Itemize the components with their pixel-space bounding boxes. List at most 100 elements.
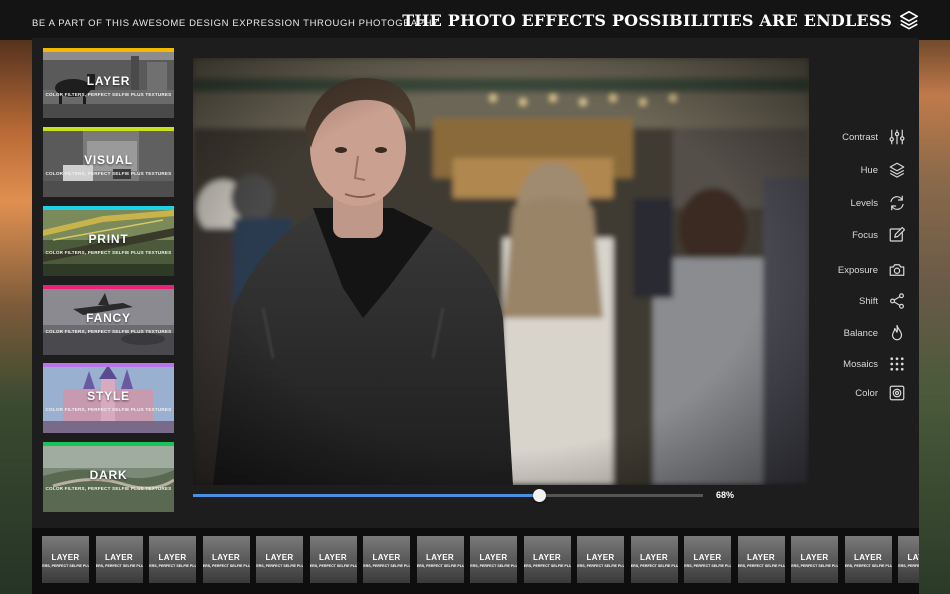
preset-title: LAYER [747, 553, 775, 562]
filter-title: LAYER [86, 74, 131, 88]
preset-subtitle: TERS, PERFECT SELFIE PLUS [256, 564, 303, 568]
tool-label: Exposure [837, 264, 878, 276]
adjustment-slider[interactable] [193, 489, 703, 502]
preset-thumbnail[interactable]: LAYER TERS, PERFECT SELFIE PLUS [898, 536, 919, 583]
preset-subtitle: TERS, PERFECT SELFIE PLUS [791, 564, 838, 568]
tool-label: Levels [850, 197, 878, 209]
filter-subtitle: COLOR FILTERS, PERFECT SELFIE PLUS TEXTU… [45, 171, 172, 176]
tool-label: Color [855, 387, 878, 399]
tool-hue[interactable]: Hue [861, 160, 906, 180]
preset-thumbnail[interactable]: LAYER TERS, PERFECT SELFIE PLUS [577, 536, 624, 583]
filter-subtitle: COLOR FILTERS, PERFECT SELFIE PLUS TEXTU… [45, 329, 172, 334]
preset-title: LAYER [800, 553, 829, 562]
filter-card-print[interactable]: PRINT COLOR FILTERS, PERFECT SELFIE PLUS… [43, 206, 174, 276]
preset-thumbnail[interactable]: LAYER TERS, PERFECT SELFIE PLUS [42, 536, 89, 583]
tool-label: Hue [860, 164, 878, 176]
preset-subtitle: TERS, PERFECT SELFIE PLUS [416, 564, 464, 568]
preset-title: LAYER [158, 553, 187, 562]
preset-title: LAYER [479, 553, 508, 562]
preset-strip[interactable]: LAYER TERS, PERFECT SELFIE PLUS LAYER TERS,… [32, 528, 919, 594]
tool-balance[interactable]: Balance [844, 323, 906, 343]
slider-value: 68% [716, 490, 735, 500]
filter-title: PRINT [88, 232, 129, 246]
preset-title: LAYER [372, 553, 401, 562]
preset-thumbnail[interactable]: LAYER TERS, PERFECT SELFIE PLUS [737, 536, 785, 583]
tool-shift[interactable]: Shift [859, 291, 906, 311]
filter-subtitle: COLOR FILTERS, PERFECT SELFIE PLUS TEXTU… [45, 92, 172, 97]
layers-icon [899, 10, 919, 30]
preset-title: LAYER [907, 553, 919, 562]
tagline: BE A PART OF THIS AWESOME DESIGN EXPRESS… [32, 18, 439, 29]
filter-card-style[interactable]: STYLE COLOR FILTERS, PERFECT SELFIE PLUS… [43, 363, 174, 433]
preset-thumbnail[interactable]: LAYER TERS, PERFECT SELFIE PLUS [149, 536, 196, 583]
refresh-icon [890, 195, 904, 211]
camera-icon [889, 264, 905, 276]
preset-subtitle: TERS, PERFECT SELFIE PLUS [149, 564, 196, 568]
preset-title: LAYER [265, 553, 294, 562]
preset-title: LAYER [105, 553, 133, 562]
preset-subtitle: TERS, PERFECT SELFIE PLUS [898, 564, 919, 568]
tool-label: Focus [852, 229, 878, 241]
preset-subtitle: TERS, PERFECT SELFIE PLUS [737, 564, 785, 568]
filter-card-visual[interactable]: VISUAL COLOR FILTERS, PERFECT SELFIE PLU… [43, 127, 174, 197]
filter-card-layer[interactable]: LAYER COLOR FILTERS, PERFECT SELFIE PLUS… [43, 48, 174, 118]
tool-levels[interactable]: Levels [851, 193, 906, 213]
flame-icon [891, 324, 903, 341]
preset-thumbnail[interactable]: LAYER TERS, PERFECT SELFIE PLUS [523, 536, 571, 583]
preset-title: LAYER [854, 553, 882, 562]
preset-subtitle: TERS, PERFECT SELFIE PLUS [470, 564, 517, 568]
slider-fill [193, 494, 540, 497]
preset-thumbnail[interactable]: LAYER TERS, PERFECT SELFIE PLUS [684, 536, 731, 583]
preset-subtitle: TERS, PERFECT SELFIE PLUS [577, 564, 624, 568]
preset-thumbnail[interactable]: LAYER TERS, PERFECT SELFIE PLUS [363, 536, 410, 583]
sliders-icon [889, 129, 905, 145]
preset-subtitle: TERS, PERFECT SELFIE PLUS [42, 564, 89, 568]
preset-subtitle: TERS, PERFECT SELFIE PLUS [309, 564, 357, 568]
preset-subtitle: TERS, PERFECT SELFIE PLUS [363, 564, 410, 568]
tool-label: Balance [843, 327, 878, 339]
tool-focus[interactable]: Focus [852, 225, 906, 245]
preset-title: LAYER [319, 553, 347, 562]
preset-title: LAYER [426, 553, 454, 562]
preset-title: LAYER [586, 553, 615, 562]
headline: THE PHOTO EFFECTS POSSIBILITIES ARE ENDL… [402, 11, 892, 30]
layers-icon [889, 162, 905, 178]
background-cliff-right [918, 0, 950, 594]
share-icon [890, 293, 904, 309]
background-sunset-left [0, 0, 32, 594]
preset-subtitle: TERS, PERFECT SELFIE PLUS [523, 564, 571, 568]
tool-color[interactable]: Color [855, 383, 906, 403]
preset-thumbnail[interactable]: LAYER TERS, PERFECT SELFIE PLUS [416, 536, 464, 583]
preset-title: LAYER [212, 553, 240, 562]
preset-subtitle: TERS, PERFECT SELFIE PLUS [684, 564, 731, 568]
filter-title: STYLE [87, 389, 130, 403]
preset-thumbnail[interactable]: LAYER TERS, PERFECT SELFIE PLUS [470, 536, 517, 583]
preset-thumbnail[interactable]: LAYER TERS, PERFECT SELFIE PLUS [202, 536, 250, 583]
preset-thumbnail[interactable]: LAYER TERS, PERFECT SELFIE PLUS [630, 536, 678, 583]
tool-contrast[interactable]: Contrast [842, 127, 906, 147]
preset-title: LAYER [693, 553, 722, 562]
tool-exposure[interactable]: Exposure [838, 260, 906, 280]
preset-thumbnail[interactable]: LAYER TERS, PERFECT SELFIE PLUS [95, 536, 143, 583]
preset-thumbnail[interactable]: LAYER TERS, PERFECT SELFIE PLUS [309, 536, 357, 583]
preset-thumbnail[interactable]: LAYER TERS, PERFECT SELFIE PLUS [791, 536, 838, 583]
preset-title: LAYER [533, 553, 561, 562]
tool-label: Contrast [842, 131, 878, 143]
tool-label: Mosaics [843, 358, 878, 370]
lens-icon [889, 385, 905, 401]
preset-thumbnail[interactable]: LAYER TERS, PERFECT SELFIE PLUS [256, 536, 303, 583]
tool-mosaics[interactable]: Mosaics [843, 354, 906, 374]
preset-title: LAYER [640, 553, 668, 562]
filter-subtitle: COLOR FILTERS, PERFECT SELFIE PLUS TEXTU… [45, 407, 172, 412]
preset-subtitle: TERS, PERFECT SELFIE PLUS [202, 564, 250, 568]
grid-icon [890, 357, 904, 371]
filter-card-fancy[interactable]: FANCY COLOR FILTERS, PERFECT SELFIE PLUS… [43, 285, 174, 355]
filter-card-dark[interactable]: DARK COLOR FILTERS, PERFECT SELFIE PLUS … [43, 442, 174, 512]
preset-subtitle: TERS, PERFECT SELFIE PLUS [95, 564, 143, 568]
preset-thumbnail[interactable]: LAYER TERS, PERFECT SELFIE PLUS [844, 536, 892, 583]
filter-title: FANCY [86, 311, 131, 325]
photo-canvas[interactable] [193, 58, 809, 485]
edit-icon [889, 226, 906, 242]
filter-subtitle: COLOR FILTERS, PERFECT SELFIE PLUS TEXTU… [45, 486, 172, 491]
preset-title: LAYER [51, 553, 80, 562]
